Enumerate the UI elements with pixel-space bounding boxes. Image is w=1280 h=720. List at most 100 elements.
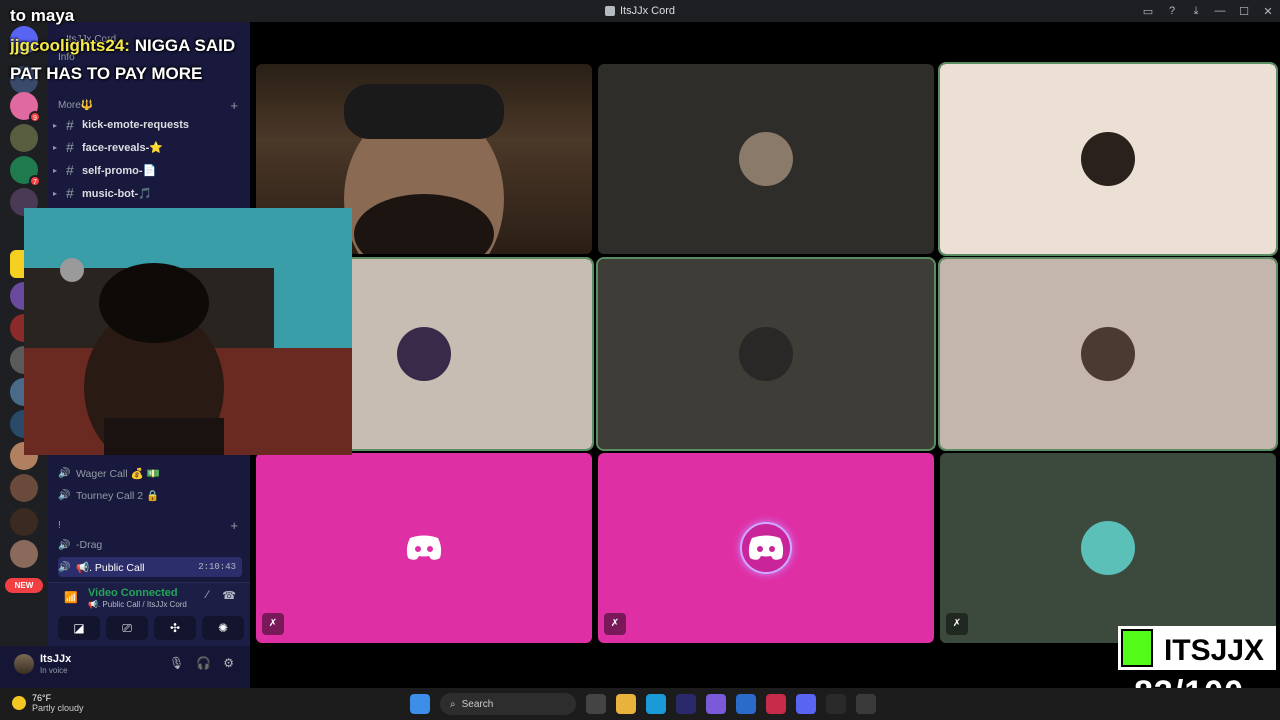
channel-music-bot[interactable]: ▸ # music-bot-🎵 — [48, 182, 250, 204]
windows-start-icon[interactable] — [410, 694, 430, 714]
app-icon[interactable] — [706, 694, 726, 714]
speaker-icon: 🔊 — [58, 539, 71, 551]
video-tile-6[interactable] — [938, 257, 1278, 451]
participant-avatar — [1081, 132, 1135, 186]
speaker-icon: 🔊 — [58, 561, 71, 573]
disconnect-icon[interactable]: ☎ — [222, 589, 236, 602]
category-bang[interactable]: ! — [58, 520, 61, 531]
video-tile-5[interactable] — [596, 257, 936, 451]
speaker-icon: 🔊 — [58, 467, 71, 479]
chat-message-continued: PAT HAS TO PAY MORE — [10, 64, 203, 83]
inbox-icon[interactable]: ▭ — [1136, 5, 1160, 18]
server-icon[interactable] — [10, 540, 38, 568]
voice-channel-drag[interactable]: 🔊 -Drag — [58, 535, 242, 555]
weather-temp: 76°F — [32, 693, 52, 703]
window-controls: ▭ ? ⤓ — ☐ ✕ — [1136, 0, 1280, 22]
hash-icon: # — [66, 117, 74, 133]
voice-channel-public-call[interactable]: 🔊 📢. Public Call 2:10:43 — [58, 557, 242, 577]
sun-cloud-icon — [12, 696, 26, 710]
user-status: In voice — [40, 666, 68, 675]
taskbar: 76°F Partly cloudy ⌕ Search — [0, 688, 1280, 720]
taskbar-search[interactable]: ⌕ Search — [440, 693, 576, 715]
voice-channel-tourney-call-2[interactable]: 🔊 Tourney Call 2 🔒 — [58, 485, 242, 505]
file-explorer-icon[interactable] — [616, 694, 636, 714]
muted-mic-icon: ✗ — [604, 613, 626, 635]
video-tile-3[interactable] — [938, 62, 1278, 256]
activities-button[interactable]: ✣ — [154, 616, 196, 640]
webcam-feed — [24, 208, 352, 455]
participant-avatar — [1081, 327, 1135, 381]
maximize-button[interactable]: ☐ — [1232, 5, 1256, 18]
chevron-right-icon: ▸ — [52, 120, 57, 130]
user-panel: ItsJJx In voice 🎙 🎧 ⚙ — [0, 646, 250, 688]
chevron-right-icon: ▸ — [52, 188, 57, 198]
server-icon[interactable] — [10, 508, 38, 536]
channel-kick-emote-requests[interactable]: ▸ # kick-emote-requests — [48, 114, 250, 136]
participant-avatar — [1081, 521, 1135, 575]
window-title-text: ItsJJx Cord — [619, 5, 675, 17]
window-title: ItsJJx Cord — [604, 5, 675, 17]
edge-icon[interactable] — [646, 694, 666, 714]
muted-mic-icon: ✗ — [262, 613, 284, 635]
participant-avatar — [397, 327, 451, 381]
server-icon[interactable]: 7 — [10, 156, 41, 187]
kick-channel-name: ITSJJX — [1164, 634, 1264, 667]
voice-actions: ∕ ☎ — [206, 589, 236, 602]
hash-icon: # — [66, 162, 74, 178]
soundboard-button[interactable]: ✺ — [202, 616, 244, 640]
category-more[interactable]: More🔱 — [58, 100, 93, 111]
search-icon: ⌕ — [450, 698, 456, 710]
app-icon[interactable] — [766, 694, 786, 714]
signal-icon[interactable]: 📶 — [64, 591, 78, 604]
headphones-icon[interactable]: 🎧 — [196, 656, 211, 670]
server-icon[interactable] — [10, 124, 38, 152]
weather-desc: Partly cloudy — [32, 703, 84, 713]
voice-buttons: ◪ ⎚ ✣ ✺ — [58, 616, 244, 640]
app-icon[interactable] — [676, 694, 696, 714]
noise-suppression-icon[interactable]: ∕ — [206, 589, 208, 602]
username[interactable]: ItsJJx — [40, 653, 71, 665]
download-icon[interactable]: ⤓ — [1184, 5, 1208, 18]
help-icon[interactable]: ? — [1160, 5, 1184, 17]
video-tile-8[interactable]: ✗ — [598, 453, 934, 643]
video-tile-2[interactable] — [598, 64, 934, 254]
close-button[interactable]: ✕ — [1256, 5, 1280, 18]
participant-avatar — [739, 132, 793, 186]
store-icon[interactable] — [736, 694, 756, 714]
kick-logo-overlay: ITSJJX — [1118, 626, 1276, 670]
streamer-webcam-overlay — [24, 208, 352, 455]
discord-logo-icon — [748, 535, 784, 560]
channel-self-promo[interactable]: ▸ # self-promo-📄 — [48, 159, 250, 181]
speaker-icon: 🔊 — [58, 489, 71, 501]
voice-subtitle[interactable]: 📢. Public Call / ItsJJx Cord — [88, 600, 187, 609]
chat-message: jjgcoolights24: NIGGA SAID — [10, 36, 236, 55]
chat-line: to maya — [10, 6, 75, 25]
discord-taskbar-icon[interactable] — [796, 694, 816, 714]
app-icon[interactable] — [856, 694, 876, 714]
avatar[interactable] — [14, 654, 34, 674]
microphone-icon[interactable]: 🎙 — [169, 656, 184, 670]
channel-face-reveals[interactable]: ▸ # face-reveals-⭐ — [48, 136, 250, 158]
add-channel-icon[interactable]: + — [230, 98, 238, 113]
camera-off-button[interactable]: ◪ — [58, 616, 100, 640]
video-tile-9[interactable]: ✗ — [940, 453, 1276, 643]
participant-avatar — [739, 327, 793, 381]
hash-icon: # — [66, 185, 74, 201]
epic-games-icon[interactable] — [826, 694, 846, 714]
add-channel-icon[interactable]: + — [230, 518, 238, 533]
task-view-icon[interactable] — [586, 694, 606, 714]
weather-widget[interactable]: 76°F Partly cloudy — [12, 693, 84, 713]
user-controls: 🎙 🎧 ⚙ — [169, 656, 234, 670]
voice-status[interactable]: Video Connected — [88, 587, 178, 599]
server-icon[interactable] — [10, 474, 38, 502]
minimize-button[interactable]: — — [1208, 5, 1232, 17]
voice-connected-panel: 📶 Video Connected 📢. Public Call / ItsJJ… — [48, 582, 250, 646]
settings-gear-icon[interactable]: ⚙ — [223, 656, 234, 670]
chat-username: jjgcoolights24: — [10, 36, 130, 55]
call-timer: 2:10:43 — [198, 562, 236, 572]
video-tile-7[interactable]: ✗ — [256, 453, 592, 643]
voice-channel-wager-call[interactable]: 🔊 Wager Call 💰 💵 — [58, 463, 242, 483]
screen-share-button[interactable]: ⎚ — [106, 616, 148, 640]
chevron-right-icon: ▸ — [52, 165, 57, 175]
server-icon[interactable]: 9 — [10, 92, 41, 123]
